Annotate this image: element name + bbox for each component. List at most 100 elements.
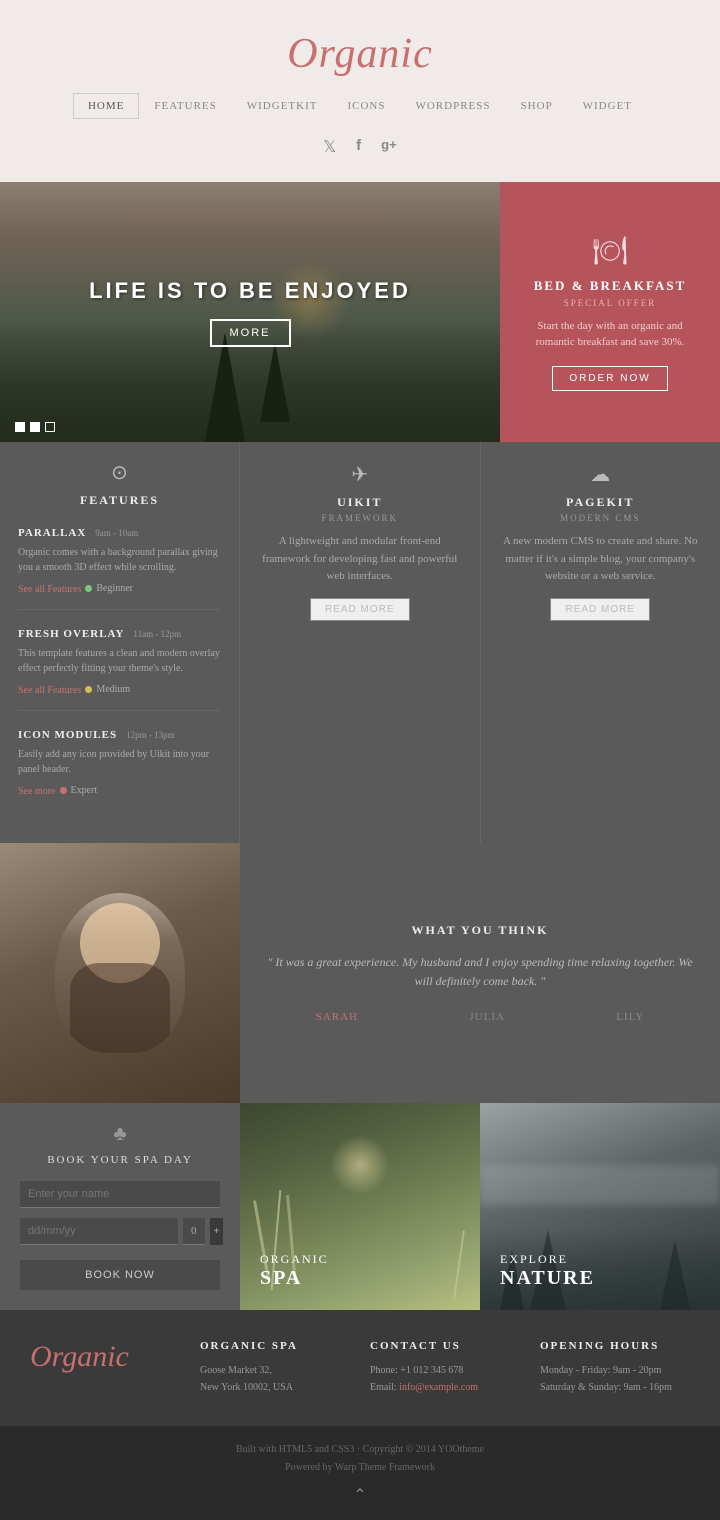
facebook-icon[interactable]: f <box>356 137 361 157</box>
spa-name-input[interactable] <box>20 1181 220 1208</box>
nav-item-features[interactable]: FEATURES <box>139 93 231 119</box>
hero-section: LIFE IS TO BE ENJOYED MORE 🍽 BED & BREAK… <box>0 182 720 442</box>
features-icon: ⊙ <box>18 460 221 485</box>
features-row: ⊙ FEATURES PARALLAX 9am - 10am Organic c… <box>0 442 720 843</box>
guests-count: 0 <box>191 1225 197 1237</box>
googleplus-icon[interactable]: g+ <box>381 137 397 157</box>
explore-nature-title: NATURE <box>500 1267 595 1290</box>
spa-title: BOOK YOUR SPA DAY <box>47 1154 193 1166</box>
feat-link-overlay[interactable]: See all Features <box>18 685 81 696</box>
footer-bottom: Built with HTML5 and CSS3 · Copyright © … <box>0 1426 720 1520</box>
feat-link-icons[interactable]: See more <box>18 786 56 797</box>
footer-phone: Phone: +1 012 345 678 <box>370 1362 520 1379</box>
feat-time-icons: 12pm - 13pm <box>126 730 175 740</box>
spa-row: 0 + <box>20 1218 220 1245</box>
bottom-section: ♣ BOOK YOUR SPA DAY 0 + BOOK NOW ORGANIC <box>0 1103 720 1310</box>
nav-item-icons[interactable]: ICONS <box>332 93 400 119</box>
feat-time-parallax: 9am - 10am <box>95 528 138 538</box>
badge-label-medium: Medium <box>96 684 130 695</box>
feat-desc-icons: Easily add any icon provided by Uikit in… <box>18 747 221 777</box>
twitter-icon[interactable]: 𝕏 <box>323 137 336 157</box>
footer-weekday-hours: Monday - Friday: 9am - 20pm <box>540 1362 690 1379</box>
promo-title: BED & BREAKFAST <box>534 278 687 294</box>
footer-bottom-line1: Built with HTML5 and CSS3 · Copyright © … <box>15 1441 705 1459</box>
spa-date-input[interactable] <box>20 1218 178 1245</box>
uikit-subtitle: FRAMEWORK <box>260 513 460 523</box>
dot-3[interactable] <box>45 422 55 432</box>
pagekit-desc: A new modern CMS to create and share. No… <box>501 533 701 586</box>
pagekit-card: ☁ PAGEKIT MODERN CMS A new modern CMS to… <box>481 442 720 843</box>
footer-email: Email: info@example.com <box>370 1379 520 1396</box>
dot-1[interactable] <box>15 422 25 432</box>
nav-item-widgetkit[interactable]: WIDGETKIT <box>232 93 333 119</box>
pagekit-read-more-button[interactable]: READ MORE <box>550 598 650 621</box>
uikit-name: UIKIT <box>260 495 460 510</box>
badge-dot-medium <box>85 686 92 693</box>
portrait-review-row: WHAT YOU THINK " It was a great experien… <box>0 843 720 1103</box>
review-name-sarah[interactable]: SARAH <box>316 1011 358 1023</box>
badge-label-beginner: Beginner <box>96 583 133 594</box>
pagekit-name: PAGEKIT <box>501 495 701 510</box>
hero-image: LIFE IS TO BE ENJOYED MORE <box>0 182 500 442</box>
guests-counter: 0 <box>183 1218 205 1245</box>
counter-plus-button[interactable]: + <box>210 1218 224 1245</box>
spa-booking-panel: ♣ BOOK YOUR SPA DAY 0 + BOOK NOW <box>0 1103 240 1310</box>
footer-brand: Organic <box>30 1340 180 1396</box>
organic-spa-title: SPA <box>260 1267 302 1290</box>
hero-dots <box>15 422 55 432</box>
feat-title-parallax: PARALLAX <box>18 527 86 539</box>
footer-organic-spa: ORGANIC SPA Goose Market 32,New York 100… <box>200 1340 350 1396</box>
footer-site-title: Organic <box>30 1340 180 1374</box>
nav-item-home[interactable]: HOME <box>73 93 139 119</box>
footer-email-link[interactable]: info@example.com <box>399 1382 478 1393</box>
nature-cards: ORGANIC SPA EXPLORE NATURE <box>240 1103 720 1310</box>
social-bar: 𝕏 f g+ <box>20 129 700 172</box>
pagekit-icon: ☁ <box>501 462 701 487</box>
uikit-card: ✈ UIKIT FRAMEWORK A lightweight and modu… <box>240 442 481 843</box>
footer-weekend-hours: Saturday & Sunday: 9am - 16pm <box>540 1379 690 1396</box>
explore-nature-label: EXPLORE <box>500 1252 568 1267</box>
footer-email-label: Email: <box>370 1382 399 1393</box>
feature-item-overlay: FRESH OVERLAY 11am - 12pm This template … <box>18 624 221 711</box>
footer-bottom-line2: Powered by Warp Theme Framework <box>15 1459 705 1477</box>
book-now-button[interactable]: BOOK NOW <box>20 1260 220 1290</box>
nav-item-wordpress[interactable]: WORDPRESS <box>400 93 505 119</box>
uikit-read-more-button[interactable]: READ MORE <box>310 598 410 621</box>
organic-spa-label: ORGANIC <box>260 1252 329 1267</box>
explore-nature-card[interactable]: EXPLORE NATURE <box>480 1103 720 1310</box>
footer-organic-spa-address: Goose Market 32,New York 10002, USA <box>200 1362 350 1396</box>
promo-icon: 🍽 <box>592 234 628 268</box>
feat-title-icons: ICON MODULES <box>18 729 117 741</box>
feature-item-icons: ICON MODULES 12pm - 13pm Easily add any … <box>18 725 221 811</box>
badge-dot-expert <box>60 787 67 794</box>
pagekit-subtitle: MODERN CMS <box>501 513 701 523</box>
review-text: " It was a great experience. My husband … <box>260 953 700 991</box>
footer-main: Organic ORGANIC SPA Goose Market 32,New … <box>0 1310 720 1426</box>
header: Organic HOME FEATURES WIDGETKIT ICONS WO… <box>0 0 720 182</box>
nav-item-shop[interactable]: SHOP <box>506 93 568 119</box>
feat-link-parallax[interactable]: See all Features <box>18 584 81 595</box>
order-now-button[interactable]: ORDER NOW <box>552 366 667 391</box>
review-name-lily[interactable]: LILY <box>616 1011 644 1023</box>
nav-item-widget[interactable]: WIDGET <box>568 93 647 119</box>
site-title: Organic <box>20 30 700 78</box>
organic-spa-card[interactable]: ORGANIC SPA <box>240 1103 480 1310</box>
scroll-up-arrow[interactable]: ⌃ <box>15 1485 705 1505</box>
main-nav: HOME FEATURES WIDGETKIT ICONS WORDPRESS … <box>20 93 700 119</box>
review-name-julia[interactable]: JULIA <box>469 1011 505 1023</box>
review-card: WHAT YOU THINK " It was a great experien… <box>240 843 720 1103</box>
promo-subtitle: SPECIAL OFFER <box>564 298 656 308</box>
hero-more-button[interactable]: MORE <box>210 319 291 347</box>
review-title: WHAT YOU THINK <box>260 923 700 938</box>
feat-time-overlay: 11am - 12pm <box>133 629 181 639</box>
portrait-card <box>0 843 240 1103</box>
footer-hours: OPENING HOURS Monday - Friday: 9am - 20p… <box>540 1340 690 1396</box>
footer-contact-title: CONTACT US <box>370 1340 520 1352</box>
features-left-panel: ⊙ FEATURES PARALLAX 9am - 10am Organic c… <box>0 442 240 843</box>
review-names: SARAH JULIA LILY <box>260 1011 700 1023</box>
promo-card: 🍽 BED & BREAKFAST SPECIAL OFFER Start th… <box>500 182 720 442</box>
dot-2[interactable] <box>30 422 40 432</box>
uikit-desc: A lightweight and modular front-end fram… <box>260 533 460 586</box>
badge-label-expert: Expert <box>71 785 98 796</box>
hero-title: LIFE IS TO BE ENJOYED <box>89 278 411 304</box>
